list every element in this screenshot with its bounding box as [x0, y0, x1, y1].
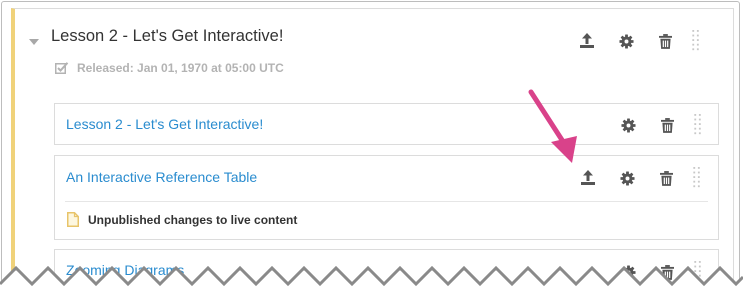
gear-icon[interactable]	[617, 168, 637, 188]
drag-handle-icon[interactable]	[691, 29, 701, 53]
gear-icon[interactable]	[618, 115, 638, 135]
torn-edge	[0, 265, 743, 297]
drag-handle-icon[interactable]	[692, 166, 702, 190]
trash-icon[interactable]	[656, 168, 676, 188]
checkbox-icon	[55, 62, 69, 74]
chevron-down-icon[interactable]	[29, 33, 39, 51]
section-header: Lesson 2 - Let's Get Interactive! Releas…	[15, 9, 733, 79]
upload-icon[interactable]	[577, 31, 597, 51]
upload-icon[interactable]	[578, 168, 598, 188]
unit-row: An Interactive Reference Table Unpublish…	[54, 155, 719, 240]
release-status-text: Released: Jan 01, 1970 at 05:00 UTC	[77, 61, 284, 75]
trash-icon[interactable]	[655, 31, 675, 51]
section-actions	[577, 29, 701, 53]
outline-panel: Lesson 2 - Let's Get Interactive! Releas…	[1, 1, 740, 295]
gear-icon[interactable]	[616, 31, 636, 51]
section-card: Lesson 2 - Let's Get Interactive! Releas…	[11, 8, 734, 294]
document-icon	[67, 212, 79, 227]
divider	[65, 201, 708, 202]
unit-status-text: Unpublished changes to live content	[88, 212, 298, 227]
unit-actions	[618, 113, 703, 137]
section-title[interactable]: Lesson 2 - Let's Get Interactive!	[51, 27, 283, 46]
drag-handle-icon[interactable]	[693, 113, 703, 137]
annotation-arrow-icon	[528, 89, 577, 163]
unit-status: Unpublished changes to live content	[67, 212, 297, 227]
unit-actions	[578, 166, 702, 190]
unit-title-link[interactable]: Lesson 2 - Let's Get Interactive!	[66, 116, 263, 132]
release-status: Released: Jan 01, 1970 at 05:00 UTC	[55, 61, 284, 75]
trash-icon[interactable]	[657, 115, 677, 135]
unit-row: Lesson 2 - Let's Get Interactive!	[54, 103, 719, 145]
unit-title-link[interactable]: An Interactive Reference Table	[66, 169, 257, 185]
